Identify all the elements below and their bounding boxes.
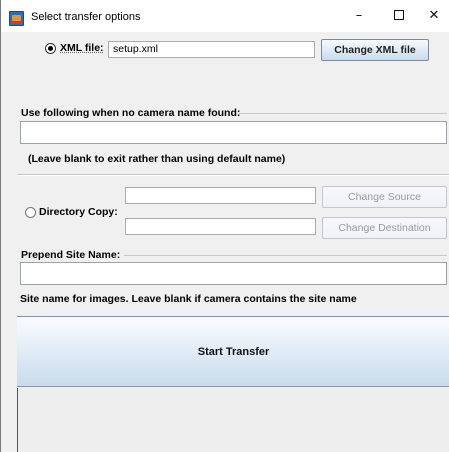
close-button[interactable]: ✕ <box>418 5 449 27</box>
window-title: Select transfer options <box>31 11 141 23</box>
site-name-input[interactable] <box>20 262 447 285</box>
maximize-icon <box>394 9 404 20</box>
directory-copy-radio[interactable] <box>25 207 36 218</box>
change-destination-button[interactable]: Change Destination <box>322 217 447 239</box>
camera-name-label: Use following when no camera name found: <box>21 107 241 119</box>
camera-name-hint: (Leave blank to exit rather than using d… <box>28 153 286 165</box>
prepend-site-name-label: Prepend Site Name: <box>21 249 121 261</box>
xml-file-radio[interactable] <box>45 43 56 54</box>
java-cup-icon <box>9 11 24 26</box>
directory-copy-label[interactable]: Directory Copy: <box>39 206 118 218</box>
maximize-button[interactable] <box>383 5 415 27</box>
camera-name-input[interactable] <box>20 121 447 144</box>
change-xml-file-button[interactable]: Change XML file <box>321 39 429 61</box>
minimize-button[interactable]: – <box>343 5 375 27</box>
camera-name-separator <box>239 113 447 114</box>
start-transfer-button[interactable]: Start Transfer <box>17 316 449 387</box>
xml-file-field[interactable]: setup.xml <box>108 41 315 58</box>
xml-file-label[interactable]: XML file: <box>60 42 104 54</box>
dialog-window: Select transfer options – ✕ XML file: se… <box>0 0 449 452</box>
destination-directory-field[interactable] <box>125 218 316 235</box>
section-divider-highlight <box>17 175 449 176</box>
title-bar[interactable]: Select transfer options – ✕ <box>1 0 449 32</box>
status-panel <box>17 388 449 452</box>
change-source-button[interactable]: Change Source <box>322 186 447 208</box>
source-directory-field[interactable] <box>125 187 316 204</box>
site-name-separator <box>124 255 447 256</box>
site-name-hint: Site name for images. Leave blank if cam… <box>20 293 357 305</box>
